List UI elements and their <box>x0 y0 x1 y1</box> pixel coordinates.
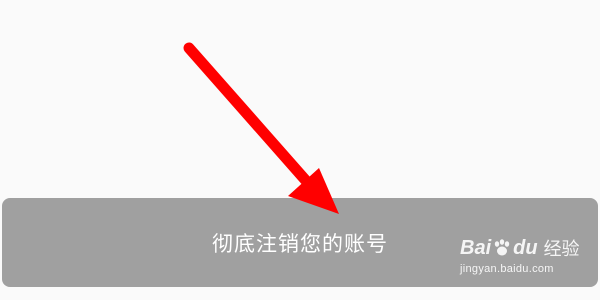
watermark-brand-bai: Bai <box>460 236 492 259</box>
delete-account-button-label: 彻底注销您的账号 <box>212 231 388 256</box>
watermark-brand-jingyan: 经验 <box>543 239 580 260</box>
watermark-brand-du: du <box>513 236 538 259</box>
watermark-url: jingyan.baidu.com <box>460 263 554 275</box>
baidu-jingyan-watermark: Bai du 经验 jingyan.baidu.com <box>460 236 595 276</box>
account-deletion-screen: 彻底注销您的账号 Bai du 经验 jingyan.baidu.com <box>0 0 600 300</box>
baidu-paw-icon <box>494 239 510 256</box>
